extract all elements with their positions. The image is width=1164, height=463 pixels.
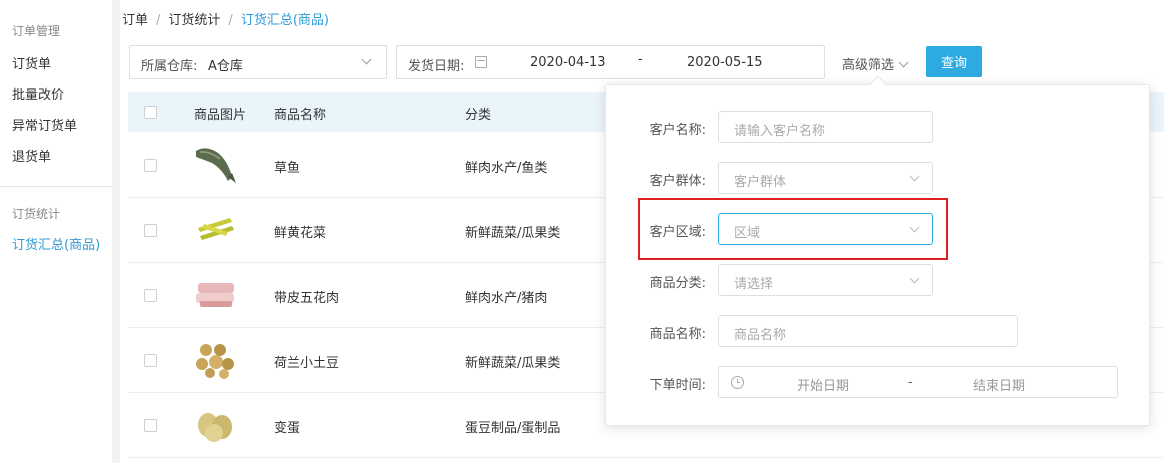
product-category-label: 商品分类: bbox=[649, 276, 706, 291]
order-time-range[interactable]: 开始日期 - 结束日期 bbox=[718, 366, 1118, 398]
ship-date-label: 发货日期: bbox=[408, 59, 465, 74]
warehouse-value: A仓库 bbox=[208, 59, 243, 74]
product-name-input[interactable]: 商品名称 bbox=[718, 315, 1018, 347]
row-checkbox[interactable] bbox=[144, 419, 157, 432]
chevron-down-icon bbox=[909, 273, 920, 284]
clock-icon bbox=[731, 376, 744, 389]
advanced-filter-label: 高级筛选 bbox=[842, 58, 895, 73]
customer-group-label: 客户群体: bbox=[649, 174, 706, 189]
row-checkbox[interactable] bbox=[144, 289, 157, 302]
product-name: 带皮五花肉 bbox=[274, 291, 340, 306]
product-category-placeholder: 请选择 bbox=[734, 277, 774, 292]
product-image-preserved-egg bbox=[198, 413, 232, 442]
product-category: 鲜肉水产/鱼类 bbox=[465, 161, 548, 176]
customer-region-placeholder: 区域 bbox=[734, 226, 761, 241]
sidebar: 订单管理 订货单 批量改价 异常订货单 退货单 订货统计 订货汇总(商品) bbox=[0, 0, 112, 463]
warehouse-select[interactable]: 所属仓库: A仓库 bbox=[129, 45, 387, 79]
breadcrumb-separator: / bbox=[156, 13, 161, 28]
select-all-checkbox[interactable] bbox=[144, 106, 157, 119]
product-name: 荷兰小土豆 bbox=[274, 356, 340, 371]
customer-region-label: 客户区域: bbox=[649, 225, 706, 240]
column-product-image: 商品图片 bbox=[194, 108, 247, 123]
order-end-date[interactable]: 结束日期 bbox=[973, 375, 1025, 394]
sidebar-item-order-summary-product[interactable]: 订货汇总(商品) bbox=[12, 236, 104, 256]
customer-name-input[interactable]: 请输入客户名称 bbox=[718, 111, 933, 143]
column-category: 分类 bbox=[465, 108, 492, 123]
product-name-label: 商品名称: bbox=[649, 327, 706, 342]
product-category: 新鲜蔬菜/瓜果类 bbox=[465, 226, 561, 241]
ship-date-range[interactable]: 发货日期: 2020-04-13 - 2020-05-15 bbox=[396, 45, 825, 79]
sidebar-item-orders[interactable]: 订货单 bbox=[12, 53, 51, 72]
row-checkbox[interactable] bbox=[144, 354, 157, 367]
warehouse-label: 所属仓库: bbox=[141, 59, 198, 74]
customer-name-placeholder: 请输入客户名称 bbox=[734, 124, 826, 139]
advanced-filter-popover: 客户名称: 请输入客户名称 客户群体: 客户群体 客户区域: 区域 商品分类: … bbox=[605, 75, 1150, 426]
customer-group-select[interactable]: 客户群体 bbox=[718, 162, 933, 194]
ship-date-start[interactable]: 2020-04-13 bbox=[530, 55, 606, 70]
breadcrumb-separator: / bbox=[228, 13, 233, 28]
product-category: 鲜肉水产/猪肉 bbox=[465, 291, 548, 306]
breadcrumb-order-stats[interactable]: 订货统计 bbox=[168, 13, 220, 28]
chevron-down-icon bbox=[909, 222, 920, 233]
sidebar-item-batch-price[interactable]: 批量改价 bbox=[12, 84, 64, 103]
date-range-separator: - bbox=[638, 52, 643, 67]
product-category: 新鲜蔬菜/瓜果类 bbox=[465, 356, 561, 371]
row-checkbox[interactable] bbox=[144, 224, 157, 237]
product-name-placeholder: 商品名称 bbox=[734, 328, 787, 343]
sidebar-divider bbox=[0, 186, 112, 187]
customer-name-label: 客户名称: bbox=[649, 123, 706, 138]
order-date-separator: - bbox=[908, 375, 913, 390]
breadcrumb-current: 订货汇总(商品) bbox=[240, 13, 329, 28]
calendar-icon bbox=[475, 56, 487, 68]
order-start-date[interactable]: 开始日期 bbox=[797, 375, 849, 394]
query-button[interactable]: 查询 bbox=[926, 46, 982, 77]
chevron-down-icon bbox=[898, 57, 909, 68]
product-category-select[interactable]: 请选择 bbox=[718, 264, 933, 296]
product-category: 蛋豆制品/蛋制品 bbox=[465, 421, 561, 436]
product-name: 鲜黄花菜 bbox=[274, 226, 327, 241]
chevron-down-icon bbox=[361, 54, 372, 65]
chevron-down-icon bbox=[909, 171, 920, 182]
sidebar-group-order-management: 订单管理 bbox=[12, 24, 61, 38]
product-image-daylily bbox=[198, 218, 234, 240]
breadcrumb: 订单 / 订货统计 / 订货汇总(商品) bbox=[122, 9, 329, 28]
product-name: 草鱼 bbox=[274, 161, 301, 176]
breadcrumb-orders[interactable]: 订单 bbox=[122, 13, 148, 28]
advanced-filter-toggle[interactable]: 高级筛选 bbox=[842, 54, 909, 73]
sidebar-group-order-stats: 订货统计 bbox=[12, 207, 61, 221]
product-image-grass-carp bbox=[196, 148, 236, 183]
ship-date-end[interactable]: 2020-05-15 bbox=[687, 55, 763, 70]
product-image-pork-belly bbox=[196, 283, 234, 307]
customer-region-select[interactable]: 区域 bbox=[718, 213, 933, 245]
product-name: 变蛋 bbox=[274, 421, 301, 436]
product-image-potato bbox=[196, 344, 234, 379]
order-time-label: 下单时间: bbox=[649, 378, 706, 393]
sidebar-item-abnormal-orders[interactable]: 异常订货单 bbox=[12, 115, 77, 134]
customer-group-placeholder: 客户群体 bbox=[734, 175, 787, 190]
column-product-name: 商品名称 bbox=[274, 108, 327, 123]
sidebar-item-returns[interactable]: 退货单 bbox=[12, 146, 51, 165]
row-checkbox[interactable] bbox=[144, 159, 157, 172]
